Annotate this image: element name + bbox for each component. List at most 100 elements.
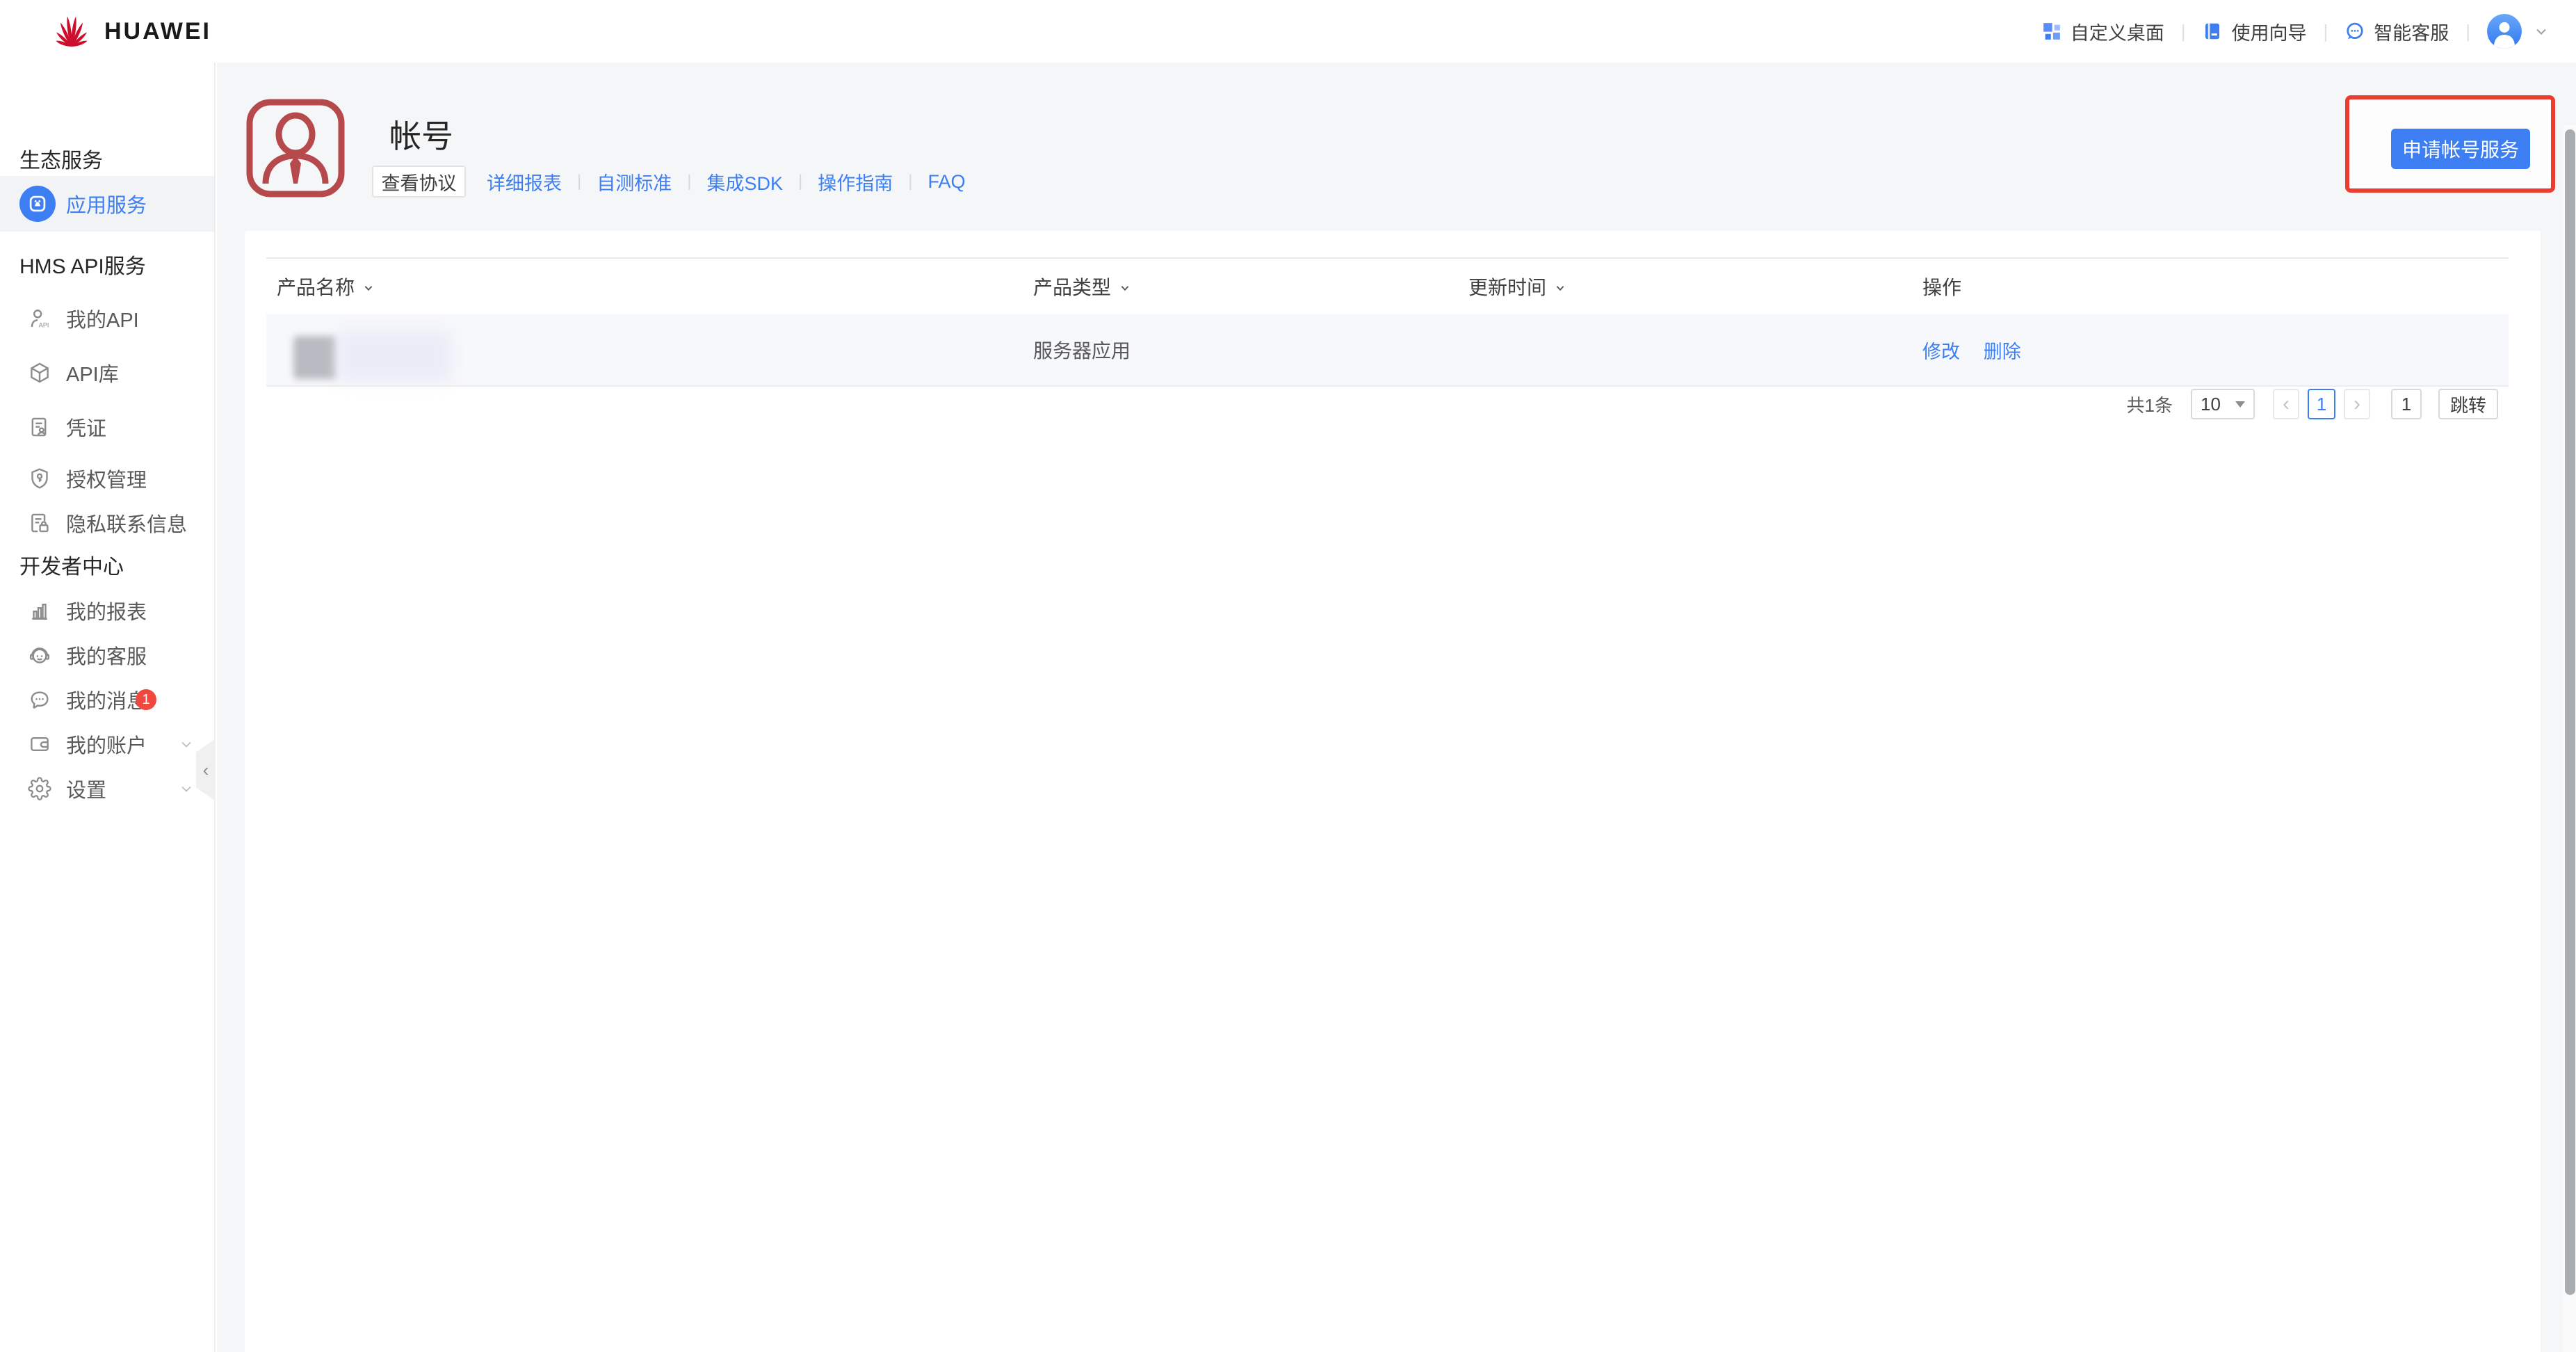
avatar[interactable] bbox=[2487, 14, 2522, 49]
custom-desktop-label: 自定义桌面 bbox=[2070, 22, 2164, 44]
sidebar-section-eco-services: 生态服务 bbox=[19, 150, 103, 172]
actions-cell: 修改 删除 bbox=[1922, 337, 2509, 364]
sidebar-item-app-services[interactable]: 应用服务 bbox=[0, 176, 214, 232]
sidebar-item-api-library[interactable]: API库 bbox=[0, 351, 214, 395]
separator: | bbox=[798, 172, 803, 191]
tab-integrate-sdk[interactable]: 集成SDK bbox=[706, 168, 783, 195]
sidebar-item-my-messages[interactable]: 我的消息 1 bbox=[0, 677, 214, 722]
chevron-down-icon[interactable] bbox=[178, 780, 195, 797]
separator: | bbox=[2323, 20, 2328, 42]
tab-self-test-standard[interactable]: 自测标准 bbox=[597, 168, 672, 195]
column-label: 更新时间 bbox=[1468, 277, 1547, 298]
separator: | bbox=[577, 172, 582, 191]
account-menu[interactable] bbox=[2487, 14, 2550, 49]
sidebar-item-label: 设置 bbox=[66, 780, 107, 802]
tab-view-agreement[interactable]: 查看协议 bbox=[372, 166, 466, 198]
my-messages-icon bbox=[28, 688, 51, 711]
hms-console-screen: HUAWEI 自定义桌面 | 使用向导 | 智能客服 | 生态服务 应用服务 H… bbox=[0, 0, 2576, 1352]
account-badge-icon bbox=[245, 97, 346, 199]
prev-page-button[interactable]: ‹ bbox=[2273, 389, 2299, 419]
sidebar-item-label: 我的客服 bbox=[66, 646, 147, 668]
page-size-select[interactable]: 10 bbox=[2191, 389, 2255, 419]
chevron-left-icon: ‹ bbox=[202, 759, 209, 780]
jump-button[interactable]: 跳转 bbox=[2438, 389, 2498, 419]
product-name-cell bbox=[277, 314, 1033, 386]
product-type-cell: 服务器应用 bbox=[1033, 340, 1131, 362]
sidebar-item-my-account[interactable]: 我的账户 bbox=[0, 722, 214, 766]
sidebar-item-label: 我的账户 bbox=[66, 735, 147, 757]
smart-support-button[interactable]: 智能客服 bbox=[2328, 18, 2465, 45]
sidebar-item-credentials[interactable]: 凭证 bbox=[0, 405, 214, 449]
table-row[interactable]: 服务器应用 修改 删除 bbox=[266, 314, 2509, 387]
sort-chevron-down-icon[interactable] bbox=[361, 280, 376, 296]
column-header-actions: 操作 bbox=[1922, 273, 2509, 300]
sidebar-item-label: 授权管理 bbox=[66, 469, 147, 492]
user-guide-button[interactable]: 使用向导 bbox=[2185, 18, 2323, 45]
app-service-icon bbox=[19, 186, 56, 222]
my-account-icon bbox=[28, 732, 51, 756]
product-table: 产品名称 产品类型 更新时间 操作 服务器应用 修改 删除 bbox=[266, 257, 2509, 387]
page-tabs: 查看协议 详细报表 | 自测标准 | 集成SDK | 操作指南 | FAQ bbox=[372, 166, 965, 198]
sidebar-section-hms-api: HMS API服务 bbox=[19, 255, 146, 278]
credentials-icon bbox=[28, 415, 51, 439]
current-page-button[interactable]: 1 bbox=[2308, 389, 2335, 419]
my-reports-icon bbox=[28, 599, 51, 622]
sidebar-section-developer-center: 开发者中心 bbox=[19, 556, 124, 579]
sidebar-item-authorization[interactable]: 授权管理 bbox=[0, 456, 214, 501]
sort-chevron-down-icon[interactable] bbox=[1553, 280, 1568, 296]
sidebar-item-label: 凭证 bbox=[66, 418, 107, 440]
delete-link[interactable]: 删除 bbox=[1984, 341, 2021, 362]
column-label: 产品名称 bbox=[277, 277, 355, 298]
smart-support-icon bbox=[2344, 21, 2365, 42]
top-actions: 自定义桌面 | 使用向导 | 智能客服 | bbox=[2025, 14, 2550, 49]
separator: | bbox=[687, 172, 692, 191]
sidebar-item-label: API库 bbox=[66, 364, 119, 386]
sidebar-item-my-api[interactable]: API 我的API bbox=[0, 296, 214, 341]
scrollbar-track[interactable] bbox=[2563, 125, 2576, 1352]
brand-text: HUAWEI bbox=[104, 17, 211, 45]
settings-icon bbox=[28, 777, 51, 800]
page-jump-input[interactable] bbox=[2391, 389, 2422, 419]
tab-operation-guide[interactable]: 操作指南 bbox=[818, 168, 893, 195]
next-page-button[interactable]: › bbox=[2344, 389, 2370, 419]
tab-detailed-report[interactable]: 详细报表 bbox=[487, 168, 562, 195]
huawei-flower-icon bbox=[50, 15, 93, 48]
sidebar-item-privacy-info[interactable]: 隐私联系信息 bbox=[0, 501, 214, 545]
scrollbar-thumb[interactable] bbox=[2565, 129, 2575, 1295]
caret-down-icon bbox=[2235, 401, 2245, 408]
redacted-product-icon bbox=[293, 336, 337, 379]
custom-desktop-button[interactable]: 自定义桌面 bbox=[2025, 18, 2181, 45]
modify-link[interactable]: 修改 bbox=[1922, 341, 1960, 362]
sidebar-item-label: 隐私联系信息 bbox=[66, 514, 188, 536]
separator: | bbox=[2465, 20, 2470, 42]
table-header-row: 产品名称 产品类型 更新时间 操作 bbox=[266, 257, 2509, 314]
sidebar-item-my-reports[interactable]: 我的报表 bbox=[0, 588, 214, 633]
chevron-down-icon[interactable] bbox=[2533, 23, 2550, 40]
main-content: 帐号 查看协议 详细报表 | 自测标准 | 集成SDK | 操作指南 | FAQ… bbox=[217, 63, 2576, 1352]
column-label: 操作 bbox=[1922, 277, 1962, 298]
my-support-icon bbox=[28, 643, 51, 667]
tab-faq[interactable]: FAQ bbox=[927, 171, 965, 193]
unread-messages-badge: 1 bbox=[136, 689, 156, 710]
sidebar-item-label: 我的报表 bbox=[66, 602, 147, 624]
separator: | bbox=[2180, 20, 2186, 42]
sidebar-item-settings[interactable]: 设置 bbox=[0, 766, 214, 811]
column-label: 产品类型 bbox=[1033, 277, 1112, 298]
sort-chevron-down-icon[interactable] bbox=[1117, 280, 1133, 296]
sidebar-item-my-support[interactable]: 我的客服 bbox=[0, 633, 214, 677]
chevron-down-icon[interactable] bbox=[178, 736, 195, 753]
top-bar: HUAWEI 自定义桌面 | 使用向导 | 智能客服 | bbox=[0, 0, 2576, 63]
huawei-logo[interactable]: HUAWEI bbox=[50, 15, 211, 48]
total-count-label: 共1条 bbox=[2126, 394, 2173, 416]
api-library-icon bbox=[28, 361, 51, 385]
column-header-product-name[interactable]: 产品名称 bbox=[277, 273, 1033, 300]
apply-account-service-button[interactable]: 申请帐号服务 bbox=[2391, 129, 2530, 169]
authorization-icon bbox=[28, 467, 51, 490]
column-header-product-type[interactable]: 产品类型 bbox=[1033, 273, 1468, 300]
custom-desktop-icon bbox=[2041, 21, 2062, 42]
sidebar-item-label: 我的消息 bbox=[66, 691, 147, 713]
column-header-updated-time[interactable]: 更新时间 bbox=[1468, 273, 1922, 300]
pagination: 共1条 10 ‹ 1 › 跳转 bbox=[2127, 389, 2498, 419]
privacy-info-icon bbox=[28, 511, 51, 535]
my-api-icon: API bbox=[28, 307, 51, 330]
